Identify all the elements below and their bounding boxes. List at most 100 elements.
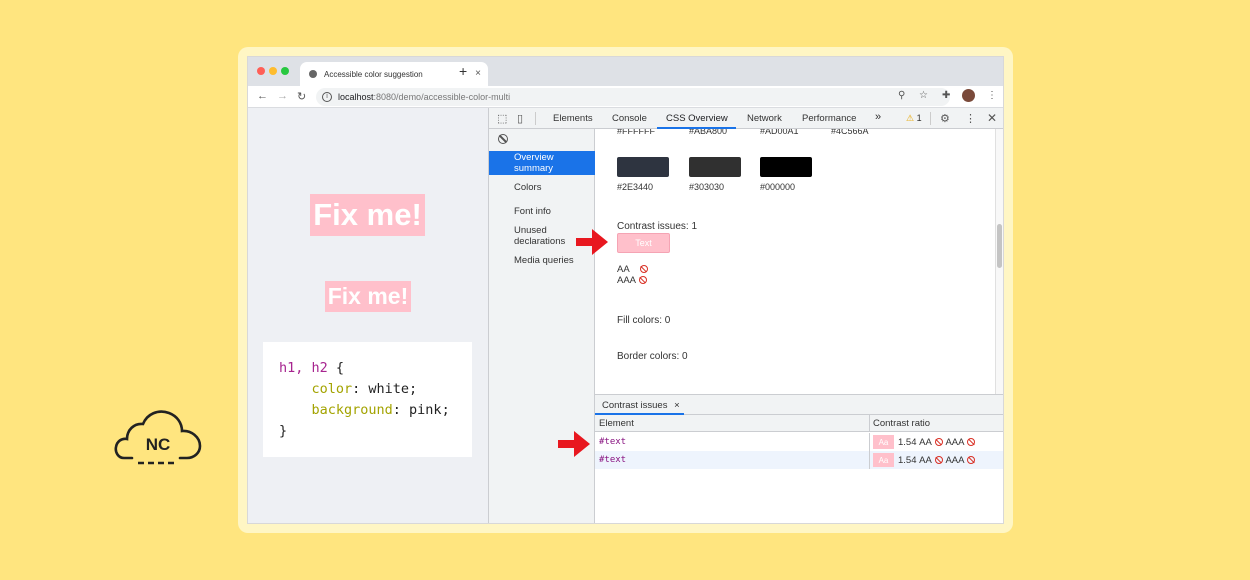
sidebar-item-colors[interactable]: Colors (489, 182, 595, 193)
tab-bar: Accessible color suggestion × + (248, 57, 1003, 86)
tab-elements[interactable]: Elements (553, 113, 593, 124)
back-icon[interactable]: ← (257, 90, 268, 102)
table-header: Element Contrast ratio (595, 415, 1003, 432)
sidebar-item-label: Overview summary (514, 152, 554, 174)
color-hex-label: #2E3440 (617, 182, 654, 192)
code-brace-close: } (279, 423, 288, 439)
table-row[interactable]: #text Aa 1.54 AA AAA (595, 451, 1003, 469)
element-cell[interactable]: #text (599, 455, 626, 465)
border-colors-label: Border colors: 0 (617, 351, 688, 362)
aaa-badge: AAA (617, 275, 648, 286)
drawer-tab-close-icon[interactable]: × (674, 400, 680, 411)
annotation-arrow-icon (576, 229, 608, 255)
tab-performance[interactable]: Performance (802, 113, 856, 124)
inspect-icon[interactable]: ⬚ (497, 112, 507, 125)
column-divider (869, 433, 870, 451)
aa-badge: AA (617, 264, 648, 275)
fail-icon (639, 276, 648, 285)
sidebar-item-label: Unused declarations (514, 225, 566, 247)
toolbar-divider (535, 112, 536, 125)
devtools-close-icon[interactable]: ✕ (987, 111, 997, 125)
device-toggle-icon[interactable]: ▯ (517, 112, 523, 125)
warning-count: 1 (916, 113, 922, 123)
maximize-window-button[interactable] (281, 67, 289, 75)
extensions-icon[interactable]: ✚ (942, 90, 950, 101)
color-hex-label: #000000 (760, 182, 796, 192)
color-swatch[interactable] (617, 157, 669, 177)
ratio-value: 1.54 (898, 436, 917, 448)
contrast-issues-drawer: Contrast issues × Element Contrast ratio… (595, 394, 1003, 523)
settings-gear-icon[interactable]: ⚙ (940, 112, 950, 125)
color-swatch[interactable] (689, 157, 741, 177)
scrollbar-thumb[interactable] (997, 224, 1002, 268)
color-swatch[interactable] (760, 157, 812, 177)
drawer-tab-label: Contrast issues (602, 400, 668, 411)
css-overview-content: #FFFFFF #ABA800 #AD00A1 #4C566A #2E3440 … (595, 129, 1003, 394)
code-prop-color: color (311, 381, 353, 397)
minimize-window-button[interactable] (269, 67, 277, 75)
heading-h1: Fix me! (310, 194, 425, 236)
contrast-preview-chip: Aa (873, 435, 894, 449)
column-divider (869, 415, 870, 432)
fail-icon (934, 456, 943, 464)
drawer-toolbar: Contrast issues × (595, 395, 1003, 415)
sidebar-item-label: Media queries (514, 255, 574, 266)
code-prop-background: background (311, 402, 393, 418)
info-icon[interactable]: i (322, 92, 332, 102)
fail-icon (967, 456, 976, 464)
tab-css-overview[interactable]: CSS Overview (666, 113, 728, 124)
logo-text: NC (146, 435, 171, 454)
css-overview-sidebar: Overview summary Colors Font info Unused… (489, 129, 595, 523)
tab-title: Accessible color suggestion (324, 69, 423, 79)
url-host: localhost (338, 92, 374, 102)
zoom-icon[interactable]: ⚲ (898, 90, 905, 101)
reload-icon[interactable]: ↻ (297, 90, 306, 103)
toolbar-divider (930, 112, 931, 125)
tab-close-icon[interactable]: × (475, 68, 481, 79)
contrast-preview-chip: Aa (873, 453, 894, 467)
annotation-arrow-icon (558, 431, 590, 457)
fail-icon (639, 265, 648, 274)
code-brace-open: { (327, 360, 345, 376)
color-hex-label: #AD00A1 (760, 129, 799, 136)
fail-icon (934, 438, 943, 446)
avatar[interactable] (962, 89, 975, 102)
favicon-icon (309, 70, 317, 78)
more-tabs-button[interactable]: » (875, 111, 881, 123)
aaa-label: AAA (945, 454, 965, 466)
aaa-label: AAA (617, 275, 637, 286)
contrast-issue-chip[interactable]: Text (617, 233, 670, 253)
forward-icon[interactable]: → (277, 90, 288, 102)
clear-overview-icon[interactable] (498, 134, 508, 144)
aa-label: AA (919, 454, 932, 466)
code-value-background: : pink; (392, 402, 450, 418)
table-row[interactable]: #text Aa 1.54 AA AAA (595, 433, 1003, 451)
devtools-menu-icon[interactable]: ⋮ (965, 112, 976, 125)
tab-network[interactable]: Network (747, 113, 782, 124)
devtools-toolbar: ⬚ ▯ Elements Console CSS Overview Networ… (489, 108, 1003, 129)
warning-badge[interactable]: ⚠ 1 (906, 113, 922, 124)
new-tab-button[interactable]: + (459, 63, 467, 79)
sidebar-item-overview-summary[interactable]: Overview summary (489, 151, 595, 175)
nc-cloud-logo: NC (114, 410, 202, 465)
column-header-contrast-ratio[interactable]: Contrast ratio (873, 418, 930, 429)
aa-label: AA (919, 436, 932, 448)
tab-contrast-issues[interactable]: Contrast issues × (602, 400, 680, 411)
color-hex-label: #FFFFFF (617, 129, 655, 136)
aaa-label: AAA (945, 436, 965, 448)
column-header-element[interactable]: Element (599, 418, 634, 429)
sidebar-item-label: Font info (514, 206, 551, 217)
warning-icon: ⚠ (906, 113, 915, 123)
tab-console[interactable]: Console (612, 113, 647, 124)
overview-summary: #FFFFFF #ABA800 #AD00A1 #4C566A #2E3440 … (595, 129, 996, 394)
fail-icon (967, 438, 976, 446)
element-cell[interactable]: #text (599, 437, 626, 447)
heading-h2: Fix me! (325, 281, 411, 312)
close-window-button[interactable] (257, 67, 265, 75)
address-bar[interactable]: i localhost:8080/demo/accessible-color-m… (316, 88, 950, 106)
star-icon[interactable]: ☆ (919, 90, 928, 101)
menu-icon[interactable]: ⋮ (987, 90, 997, 101)
page-viewport: Fix me! Fix me! h1, h2 { color: white; b… (248, 108, 488, 523)
sidebar-item-font-info[interactable]: Font info (489, 206, 595, 217)
contrast-ratio-cell: Aa 1.54 AA AAA (873, 453, 976, 467)
